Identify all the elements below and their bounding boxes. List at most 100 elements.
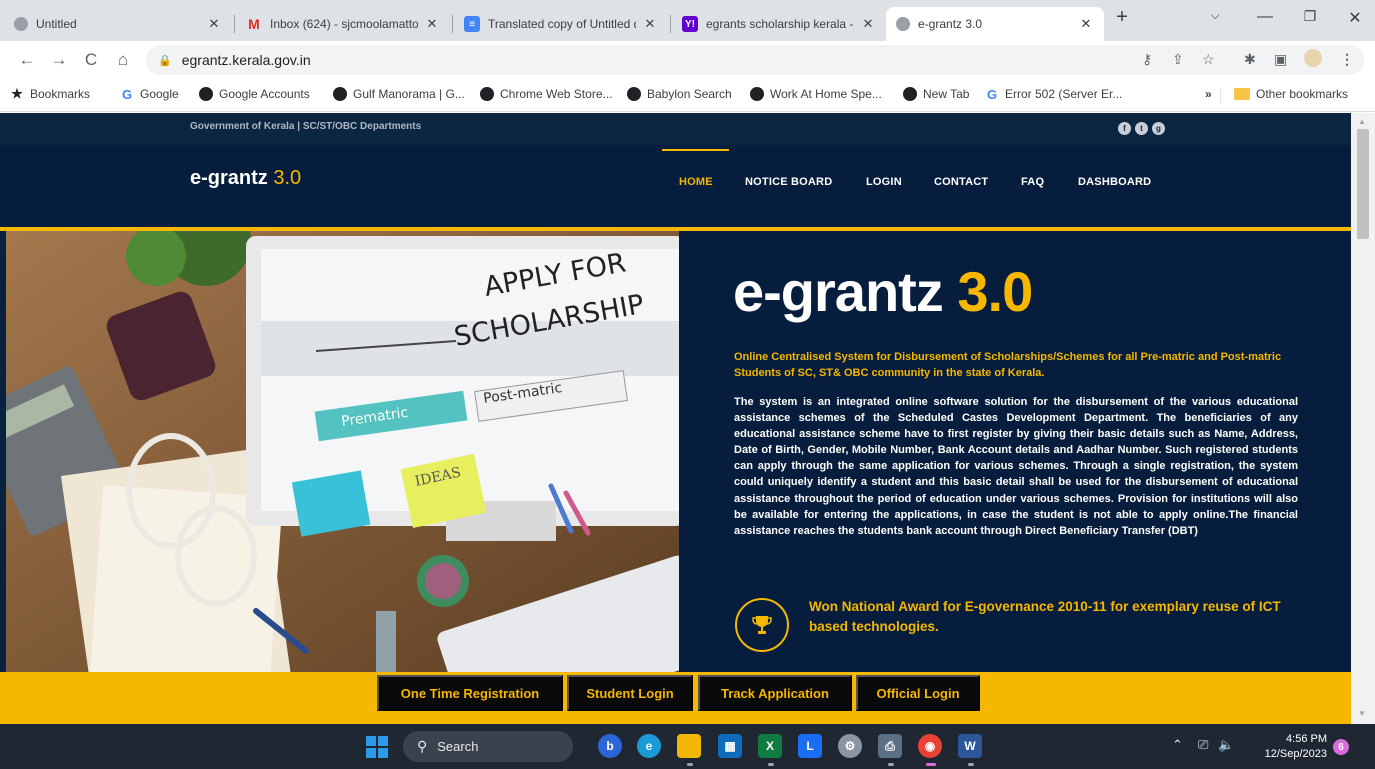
nav-notice-board[interactable]: NOTICE BOARD — [745, 176, 832, 188]
browser-tab[interactable]: ≡ Translated copy of Untitled d ✕ — [454, 7, 668, 41]
new-tab-button[interactable]: + — [1107, 6, 1137, 29]
student-login-button[interactable]: Student Login — [567, 675, 693, 711]
clock[interactable]: 4:56 PM 12/Sep/2023 — [1265, 732, 1327, 762]
bookmark-label: Chrome Web Store... — [500, 87, 613, 101]
browser-tab[interactable]: M Inbox (624) - sjcmoolamattom ✕ — [236, 7, 450, 41]
bing-icon[interactable]: b — [598, 734, 622, 758]
nav-login[interactable]: LOGIN — [866, 176, 902, 188]
window-close-icon[interactable]: ✕ — [1340, 8, 1370, 28]
bookmark-divider — [1220, 89, 1221, 103]
store-icon[interactable]: ▦ — [718, 734, 742, 758]
volume-icon[interactable]: 🔈 — [1218, 737, 1234, 753]
chrome-icon[interactable]: ◉ — [918, 734, 942, 758]
share-icon[interactable]: ⇪ — [1172, 51, 1184, 68]
nav-faq[interactable]: FAQ — [1021, 176, 1044, 188]
bookmark-item[interactable]: Babylon Search — [627, 87, 732, 101]
close-icon[interactable]: ✕ — [424, 16, 440, 32]
browser-tab[interactable]: Y! egrants scholarship kerala - Y ✕ — [672, 7, 886, 41]
search-label: Search — [437, 739, 479, 754]
nav-home[interactable]: HOME — [679, 176, 713, 188]
one-time-registration-button[interactable]: One Time Registration — [377, 675, 563, 711]
tray-chevron-icon[interactable]: ⌃ — [1172, 737, 1183, 753]
close-icon[interactable]: ✕ — [206, 16, 222, 32]
globe-icon — [14, 17, 28, 31]
bookmark-item[interactable]: Google Accounts — [199, 87, 310, 101]
site-logo[interactable]: e-grantz 3.0 — [190, 167, 301, 190]
active-indicator — [926, 763, 936, 766]
clock-date: 12/Sep/2023 — [1264, 748, 1327, 760]
tab-title: Untitled — [36, 17, 77, 31]
bookmark-item[interactable]: Gulf Manorama | G... — [333, 87, 465, 101]
reload-icon[interactable]: C — [80, 50, 102, 70]
search-icon: ⚲ — [417, 738, 428, 754]
bookmark-item[interactable]: New Tab — [903, 87, 969, 101]
taskbar-search[interactable]: ⚲ Search — [403, 731, 573, 762]
facebook-icon[interactable]: f — [1118, 122, 1131, 135]
excel-icon[interactable]: X — [758, 734, 782, 758]
browser-tab[interactable]: Untitled ✕ — [4, 7, 232, 41]
tab-title: Inbox (624) - sjcmoolamattom — [270, 17, 418, 31]
twitter-icon[interactable]: t — [1135, 122, 1148, 135]
more-bookmarks-button[interactable]: » — [1205, 87, 1212, 101]
main-navigation: e-grantz 3.0 HOME NOTICE BOARD LOGIN CON… — [0, 145, 1351, 227]
browser-tab-active[interactable]: e-grantz 3.0 ✕ — [886, 7, 1104, 41]
tab-search-icon[interactable]: ⌵ — [1200, 8, 1230, 23]
bookmarks-bar: ★ Bookmarks G Google Google Accounts Gulf … — [0, 79, 1375, 112]
bookmark-item[interactable]: Work At Home Spe... — [750, 87, 882, 101]
extensions-icon[interactable]: ✱ — [1244, 51, 1256, 68]
nav-contact[interactable]: CONTACT — [934, 176, 988, 188]
settings-icon[interactable]: ⚙ — [838, 734, 862, 758]
minimize-icon[interactable]: — — [1250, 8, 1280, 26]
web-page: Government of Kerala | SC/ST/OBC Departm… — [0, 113, 1351, 724]
other-bookmarks-folder[interactable]: Other bookmarks — [1234, 87, 1348, 101]
close-icon[interactable]: ✕ — [860, 16, 876, 32]
department-label: Government of Kerala | SC/ST/OBC Departm… — [190, 121, 422, 132]
file-explorer-icon[interactable] — [677, 734, 701, 758]
scroll-up-icon[interactable]: ▲ — [1358, 117, 1366, 126]
menu-icon[interactable]: ⋮ — [1340, 51, 1354, 68]
back-icon[interactable]: ← — [16, 50, 38, 70]
bookmark-label: Google Accounts — [219, 87, 310, 101]
windows-start-icon[interactable] — [366, 736, 388, 758]
network-icon[interactable]: ⎚ — [1198, 737, 1208, 753]
profile-avatar[interactable] — [1304, 49, 1322, 67]
top-strip: Government of Kerala | SC/ST/OBC Departm… — [0, 113, 1351, 145]
page-scrollbar[interactable]: ▲ ▼ — [1351, 113, 1375, 724]
close-icon[interactable]: ✕ — [1078, 16, 1094, 32]
track-application-button[interactable]: Track Application — [698, 675, 852, 711]
running-indicator — [968, 763, 974, 766]
notification-badge[interactable]: 6 — [1333, 739, 1349, 755]
info-panel: e-grantz 3.0 Online Centralised System f… — [679, 231, 1351, 672]
key-icon[interactable]: ⚷ — [1142, 51, 1152, 68]
printer-icon[interactable]: ⎙ — [878, 734, 902, 758]
close-icon[interactable]: ✕ — [642, 16, 658, 32]
forward-icon[interactable]: → — [48, 50, 70, 70]
bookmark-star-icon[interactable]: ☆ — [1202, 51, 1215, 68]
app-l-icon[interactable]: L — [798, 734, 822, 758]
edge-icon[interactable]: e — [637, 734, 661, 758]
bookmark-item[interactable]: G Error 502 (Server Er... — [985, 86, 1122, 102]
official-login-button[interactable]: Official Login — [856, 675, 980, 711]
google-plus-icon[interactable]: g — [1152, 122, 1165, 135]
word-icon[interactable]: W — [958, 734, 982, 758]
globe-icon — [333, 87, 347, 101]
scroll-down-icon[interactable]: ▼ — [1358, 709, 1366, 718]
award-section: Won National Award for E-governance 2010… — [735, 595, 1295, 655]
home-icon[interactable]: ⌂ — [112, 50, 134, 70]
side-panel-icon[interactable]: ▣ — [1274, 51, 1287, 68]
action-bar: One Time Registration Student Login Trac… — [0, 672, 1351, 724]
google-icon: G — [986, 86, 998, 102]
title-version: 3.0 — [957, 260, 1033, 323]
globe-icon — [750, 87, 764, 101]
globe-icon — [896, 17, 910, 31]
bookmark-item[interactable]: G Google — [120, 87, 179, 102]
nav-dashboard[interactable]: DASHBOARD — [1078, 176, 1151, 188]
logo-name: e-grantz — [190, 167, 268, 189]
scroll-thumb[interactable] — [1357, 129, 1369, 239]
restore-icon[interactable]: ❐ — [1295, 8, 1325, 25]
gmail-icon: M — [248, 16, 260, 32]
url-text: egrantz.kerala.gov.in — [181, 52, 311, 68]
bookmark-item[interactable]: Chrome Web Store... — [480, 87, 613, 101]
award-text: Won National Award for E-governance 2010… — [809, 599, 1281, 634]
bookmark-item[interactable]: ★ Bookmarks — [10, 86, 90, 101]
